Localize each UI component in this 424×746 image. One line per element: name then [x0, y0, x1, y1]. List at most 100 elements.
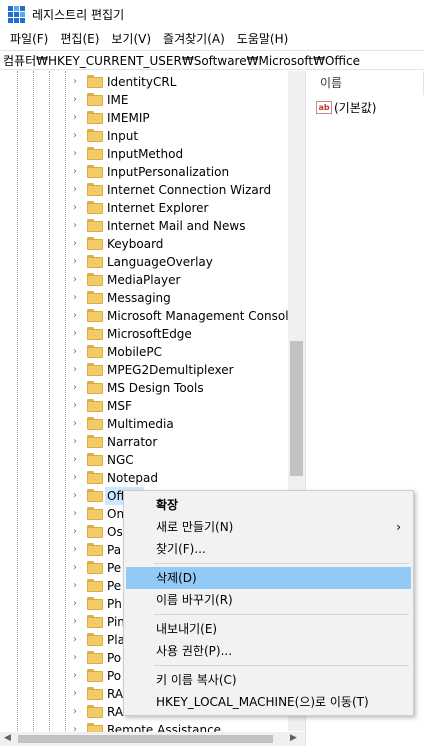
- tree-item[interactable]: › MobilePC: [0, 343, 290, 361]
- tree-item[interactable]: › InputPersonalization: [0, 163, 290, 181]
- expand-chevron-icon[interactable]: ›: [73, 77, 83, 87]
- tree-item[interactable]: › InputMethod: [0, 145, 290, 163]
- expand-chevron-icon[interactable]: ›: [73, 347, 83, 357]
- expand-chevron-icon[interactable]: ›: [73, 167, 83, 177]
- expand-chevron-icon[interactable]: ›: [73, 419, 83, 429]
- tree-item[interactable]: › MicrosoftEdge: [0, 325, 290, 343]
- expand-chevron-icon[interactable]: ›: [73, 311, 83, 321]
- tree-item-label: Pe: [107, 561, 122, 575]
- expand-chevron-icon[interactable]: ›: [73, 671, 83, 681]
- context-export[interactable]: 내보내기(E): [126, 618, 411, 640]
- expand-chevron-icon[interactable]: ›: [73, 401, 83, 411]
- folder-icon: [87, 597, 103, 610]
- menu-file[interactable]: 파일(F): [4, 28, 54, 50]
- expand-chevron-icon[interactable]: ›: [73, 275, 83, 285]
- tree-item[interactable]: › Input: [0, 127, 290, 145]
- tree-item-label: IdentityCRL: [107, 75, 177, 89]
- context-copy-key-name[interactable]: 키 이름 복사(C): [126, 669, 411, 691]
- scroll-left-arrow-icon[interactable]: ◀: [4, 733, 11, 743]
- tree-item[interactable]: › NGC: [0, 451, 290, 469]
- tree-horizontal-scroll-thumb[interactable]: [18, 735, 273, 743]
- tree-item[interactable]: › Internet Mail and News: [0, 217, 290, 235]
- folder-icon: [87, 579, 103, 592]
- address-bar[interactable]: 컴퓨터₩HKEY_CURRENT_USER₩Software₩Microsoft…: [0, 50, 424, 70]
- context-goto-hklm-label: HKEY_LOCAL_MACHINE(으)로 이동(T): [156, 695, 369, 709]
- expand-chevron-icon[interactable]: ›: [73, 527, 83, 537]
- expand-chevron-icon[interactable]: ›: [73, 509, 83, 519]
- context-permissions[interactable]: 사용 권한(P)...: [126, 640, 411, 662]
- expand-chevron-icon[interactable]: ›: [73, 257, 83, 267]
- tree-item[interactable]: › Internet Connection Wizard: [0, 181, 290, 199]
- context-rename[interactable]: 이름 바꾸기(R): [126, 589, 411, 611]
- value-name: (기본값): [334, 100, 377, 115]
- expand-chevron-icon[interactable]: ›: [73, 383, 83, 393]
- expand-chevron-icon[interactable]: ›: [73, 689, 83, 699]
- expand-chevron-icon[interactable]: ›: [73, 635, 83, 645]
- expand-chevron-icon[interactable]: ›: [73, 707, 83, 717]
- tree-item[interactable]: › Microsoft Management Console: [0, 307, 296, 325]
- tree-item[interactable]: › MediaPlayer: [0, 271, 290, 289]
- tree-item-label: Messaging: [107, 291, 171, 305]
- expand-chevron-icon[interactable]: ›: [73, 437, 83, 447]
- expand-chevron-icon[interactable]: ›: [73, 95, 83, 105]
- tree-item[interactable]: › MSF: [0, 397, 290, 415]
- folder-icon: [87, 345, 103, 358]
- folder-icon: [87, 129, 103, 142]
- expand-chevron-icon[interactable]: ›: [73, 581, 83, 591]
- expand-chevron-icon[interactable]: ›: [73, 563, 83, 573]
- folder-icon: [87, 165, 103, 178]
- menu-view[interactable]: 보기(V): [105, 28, 157, 50]
- menu-favorites[interactable]: 즐겨찾기(A): [157, 28, 231, 50]
- tree-item[interactable]: › MPEG2Demultiplexer: [0, 361, 290, 379]
- context-copy-key-name-label: 키 이름 복사(C): [156, 673, 237, 687]
- expand-chevron-icon[interactable]: ›: [73, 203, 83, 213]
- folder-icon: [87, 399, 103, 412]
- expand-chevron-icon[interactable]: ›: [73, 239, 83, 249]
- tree-item[interactable]: › Narrator: [0, 433, 290, 451]
- folder-icon: [87, 453, 103, 466]
- tree-item[interactable]: › Notepad: [0, 469, 290, 487]
- tree-item[interactable]: › Messaging: [0, 289, 290, 307]
- expand-chevron-icon[interactable]: ›: [73, 131, 83, 141]
- tree-vertical-scroll-thumb[interactable]: [290, 341, 303, 476]
- tree-item[interactable]: › IME: [0, 91, 290, 109]
- string-value-icon: ab: [316, 100, 332, 114]
- expand-chevron-icon[interactable]: ›: [73, 365, 83, 375]
- tree-item[interactable]: › IdentityCRL: [0, 73, 290, 91]
- context-expand-label: 확장: [156, 498, 179, 512]
- menu-edit[interactable]: 편집(E): [54, 28, 105, 50]
- tree-item-label: InputPersonalization: [107, 165, 230, 179]
- tree-item[interactable]: › Multimedia: [0, 415, 290, 433]
- name-column-header[interactable]: 이름: [310, 71, 424, 95]
- scroll-right-arrow-icon[interactable]: ▶: [290, 733, 297, 743]
- expand-chevron-icon[interactable]: ›: [73, 185, 83, 195]
- context-goto-hklm[interactable]: HKEY_LOCAL_MACHINE(으)로 이동(T): [126, 691, 411, 713]
- tree-item[interactable]: › LanguageOverlay: [0, 253, 290, 271]
- address-path[interactable]: 컴퓨터₩HKEY_CURRENT_USER₩Software₩Microsoft…: [3, 52, 360, 69]
- expand-chevron-icon[interactable]: ›: [73, 599, 83, 609]
- expand-chevron-icon[interactable]: ›: [73, 617, 83, 627]
- tree-item[interactable]: › MS Design Tools: [0, 379, 290, 397]
- value-row[interactable]: ab (기본값): [316, 98, 376, 116]
- context-find[interactable]: 찾기(F)...: [126, 538, 411, 560]
- context-delete[interactable]: 삭제(D): [126, 567, 411, 589]
- folder-icon: [87, 111, 103, 124]
- expand-chevron-icon[interactable]: ›: [73, 329, 83, 339]
- context-menu: 확장 새로 만들기(N) › 찾기(F)... 삭제(D) 이름 바꾸기(R) 내…: [123, 490, 414, 716]
- context-new[interactable]: 새로 만들기(N) ›: [126, 516, 411, 538]
- tree-item[interactable]: › Internet Explorer: [0, 199, 290, 217]
- expand-chevron-icon[interactable]: ›: [73, 113, 83, 123]
- context-expand[interactable]: 확장: [126, 494, 411, 516]
- expand-chevron-icon[interactable]: ›: [73, 473, 83, 483]
- tree-horizontal-scrollbar[interactable]: ◀ ▶: [0, 732, 305, 746]
- expand-chevron-icon[interactable]: ›: [73, 455, 83, 465]
- expand-chevron-icon[interactable]: ›: [73, 221, 83, 231]
- expand-chevron-icon[interactable]: ›: [73, 545, 83, 555]
- expand-chevron-icon[interactable]: ›: [73, 149, 83, 159]
- expand-chevron-icon[interactable]: ›: [73, 653, 83, 663]
- tree-item[interactable]: › IMEMIP: [0, 109, 290, 127]
- tree-item[interactable]: › Keyboard: [0, 235, 290, 253]
- expand-chevron-icon[interactable]: ›: [73, 293, 83, 303]
- menu-help[interactable]: 도움말(H): [231, 28, 295, 50]
- expand-chevron-icon[interactable]: ›: [73, 491, 83, 501]
